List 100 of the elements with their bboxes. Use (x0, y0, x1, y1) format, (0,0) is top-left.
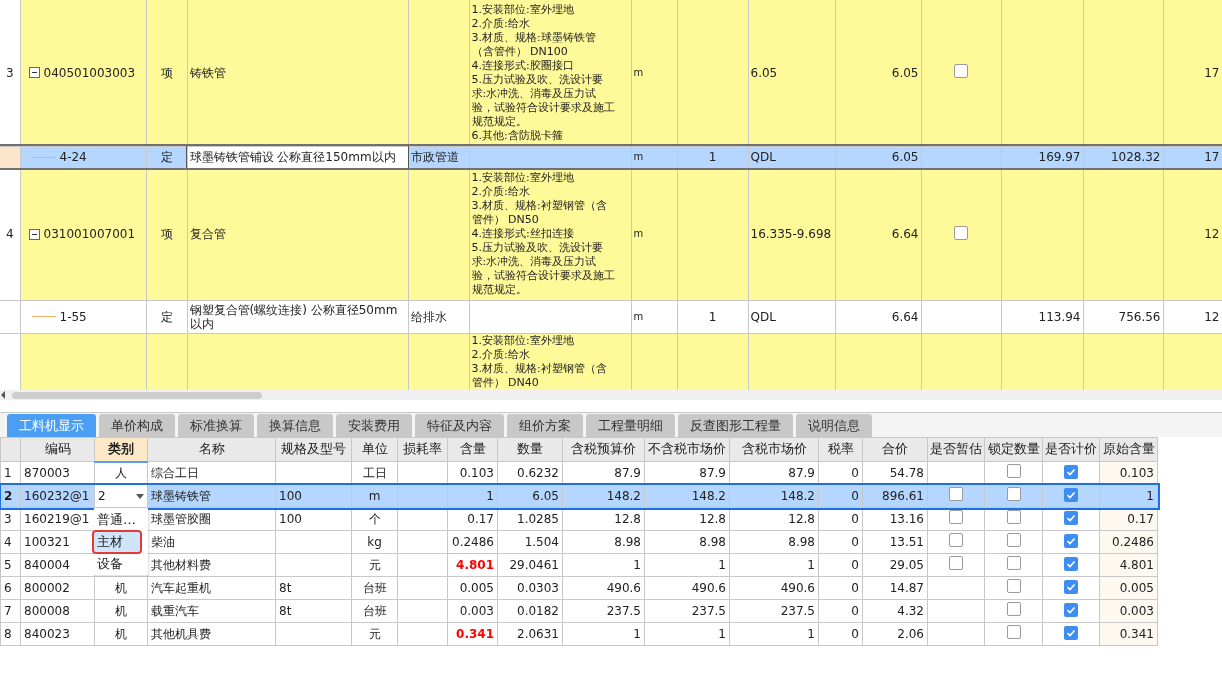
table-cell: 0.17 (467, 512, 494, 526)
category-text: 机 (115, 604, 127, 618)
column-header[interactable]: 编码 (20, 437, 95, 462)
material-name: 柴油 (151, 535, 175, 549)
checkbox[interactable] (1006, 601, 1021, 616)
table-cell: 237.5 (606, 604, 641, 618)
column-header[interactable]: 数量 (497, 437, 563, 462)
checkbox[interactable] (1006, 532, 1021, 547)
table-cell: 0.17 (1127, 512, 1154, 526)
collapse-icon[interactable] (28, 67, 40, 79)
material-code: 100321 (24, 535, 70, 549)
checkbox[interactable] (1064, 557, 1078, 571)
column-header[interactable]: 原始含量 (1099, 437, 1158, 462)
column-header[interactable]: 名称 (147, 437, 276, 462)
check-icon (1066, 536, 1076, 546)
item-type: 定 (160, 309, 173, 324)
scroll-left-icon[interactable] (0, 391, 6, 399)
checkbox[interactable] (1006, 555, 1021, 570)
table-cell: 87.9 (614, 466, 641, 480)
table-cell: 87.9 (788, 466, 815, 480)
item-name: 钢塑复合管(螺纹连接) 公称直径50mm以内 (189, 302, 398, 331)
collapse-icon[interactable] (28, 228, 40, 240)
table-cell: 490.6 (691, 581, 726, 595)
table-cell: 6.64 (891, 227, 919, 241)
tab[interactable]: 说明信息 (796, 414, 872, 437)
column-header[interactable]: 是否暂估 (927, 437, 985, 462)
checkbox[interactable] (1006, 624, 1021, 639)
horizontal-scrollbar[interactable] (0, 390, 1222, 400)
checkbox[interactable] (1064, 580, 1078, 594)
check-icon (1066, 490, 1076, 500)
material-name: 汽车起重机 (151, 581, 211, 595)
tab[interactable]: 组价方案 (507, 414, 583, 437)
checkbox[interactable] (954, 64, 968, 79)
column-header[interactable]: 是否计价 (1042, 437, 1100, 462)
table-cell: 2.06 (897, 627, 924, 641)
checkbox[interactable] (1064, 534, 1078, 548)
column-header[interactable]: 含税预算价 (562, 437, 645, 462)
checkbox[interactable] (954, 225, 968, 240)
table-cell: 1 (486, 489, 494, 503)
row-number: 3 (5, 65, 14, 80)
column-header[interactable]: 规格及型号 (275, 437, 352, 462)
table-cell: 1 (708, 309, 717, 324)
column-header[interactable]: 含税市场价 (729, 437, 819, 462)
table-cell: 12 (1204, 227, 1220, 241)
tab[interactable]: 特征及内容 (415, 414, 504, 437)
column-header[interactable]: 损耗率 (397, 437, 448, 462)
table-cell: 台班 (362, 604, 387, 618)
checkbox[interactable] (949, 486, 963, 501)
table-cell: 0.341 (456, 627, 494, 641)
checkbox[interactable] (1006, 578, 1021, 593)
checkbox[interactable] (949, 532, 963, 547)
table-cell: 0 (851, 604, 859, 618)
tab[interactable]: 反查图形工程量 (678, 414, 793, 437)
table-cell: 0 (851, 512, 859, 526)
checkbox[interactable] (1064, 488, 1078, 502)
table-cell: 1 (807, 558, 815, 572)
tab[interactable]: 标准换算 (178, 414, 254, 437)
table-cell: 1 (718, 627, 726, 641)
checkbox[interactable] (1064, 511, 1078, 525)
checkbox[interactable] (1006, 486, 1021, 501)
item-features: 1.安装部位:室外埋地 2.介质:给水 3.材质、规格:衬塑钢管（含 管件） DN40 (471, 333, 608, 389)
item-code: 040501003003 (43, 65, 136, 80)
table-cell: 0.0303 (517, 581, 559, 595)
table-cell: 490.6 (606, 581, 641, 595)
table-cell: 1.504 (524, 535, 559, 549)
table-cell: 14.87 (889, 581, 924, 595)
item-unit: m (633, 66, 644, 78)
category-text: 人 (115, 466, 127, 481)
table-cell: 8t (279, 581, 292, 595)
checkbox[interactable] (1006, 463, 1021, 478)
tab[interactable]: 安装费用 (336, 414, 412, 437)
table-cell: 12.8 (699, 512, 726, 526)
table-cell: kg (367, 535, 382, 549)
table-cell: 17 (1204, 150, 1220, 164)
material-name: 其他材料费 (151, 558, 211, 572)
checkbox[interactable] (949, 555, 963, 570)
dropdown-option[interactable]: 主材 (94, 532, 140, 552)
column-header[interactable]: 合价 (862, 437, 928, 462)
checkbox[interactable] (1064, 626, 1078, 640)
tab[interactable]: 工程量明细 (586, 414, 675, 437)
table-cell: 个 (368, 512, 381, 526)
item-type: 项 (160, 227, 173, 241)
column-header[interactable]: 类别 (94, 437, 148, 462)
checkbox[interactable] (1064, 465, 1078, 479)
table-cell: 6.05 (750, 65, 778, 80)
item-unit: m (633, 228, 644, 239)
row-number: 1 (4, 466, 12, 480)
table-cell: 4.801 (1119, 558, 1154, 572)
tab[interactable]: 换算信息 (257, 414, 333, 437)
column-header[interactable]: 不含税市场价 (644, 437, 730, 462)
column-header[interactable]: 税率 (818, 437, 863, 462)
table-cell: 8.98 (614, 535, 641, 549)
column-header[interactable]: 含量 (447, 437, 498, 462)
column-header[interactable]: 单位 (351, 437, 398, 462)
checkbox[interactable] (1064, 603, 1078, 617)
item-name: 复合管 (189, 227, 226, 241)
table-cell: 756.56 (1118, 309, 1161, 324)
column-header[interactable]: 锁定数量 (984, 437, 1043, 462)
material-name: 综合工日 (151, 466, 199, 480)
tab[interactable]: 单价构成 (99, 414, 175, 437)
